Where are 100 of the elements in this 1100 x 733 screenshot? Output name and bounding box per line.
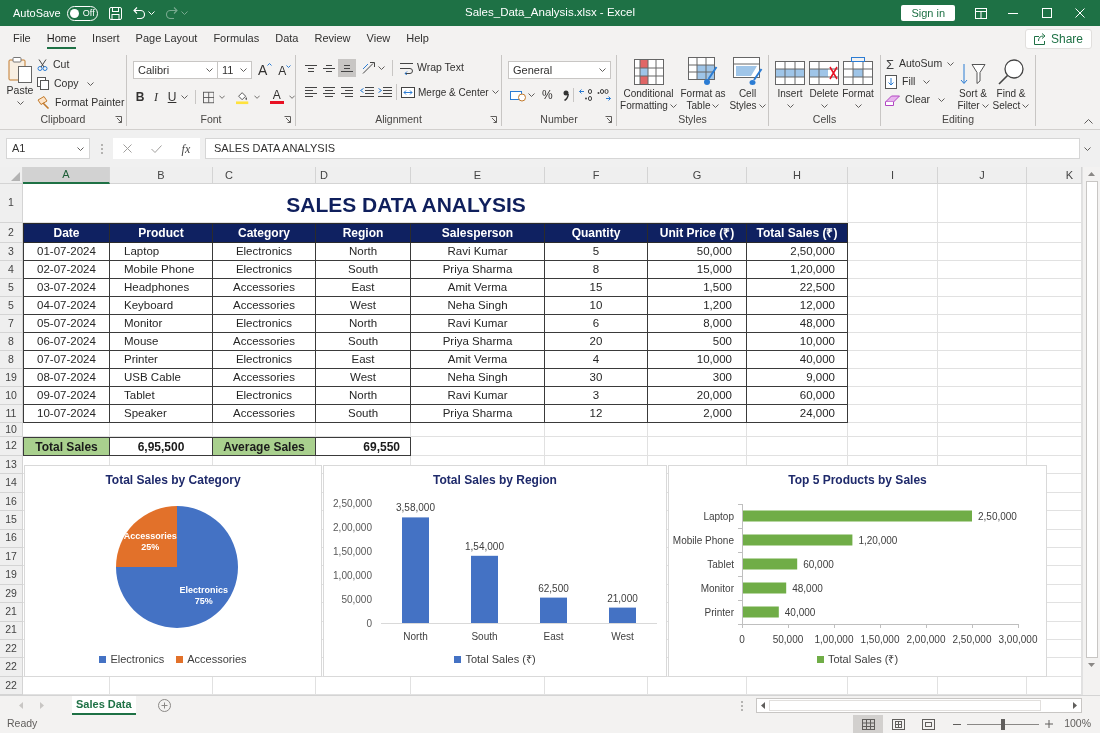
- decrease-indent-icon[interactable]: [360, 87, 374, 97]
- menu-tab[interactable]: Data: [275, 29, 299, 49]
- dialog-launcher-icon[interactable]: [115, 115, 122, 123]
- cut-button[interactable]: Cut: [37, 55, 125, 74]
- ribbon-button[interactable]: Format: [841, 55, 875, 108]
- scrollbar-thumb[interactable]: [1085, 181, 1098, 658]
- row-header[interactable]: 8: [0, 351, 23, 369]
- column-header[interactable]: E: [411, 167, 545, 184]
- percent-button[interactable]: %: [542, 89, 553, 101]
- vertical-align-button[interactable]: [338, 59, 356, 77]
- menu-tab[interactable]: Help: [406, 29, 429, 49]
- row-header[interactable]: 10: [0, 423, 23, 437]
- find-select-button[interactable]: Find & Select: [991, 55, 1031, 112]
- font-color-button[interactable]: A: [269, 90, 284, 104]
- row-header[interactable]: 19: [0, 566, 23, 585]
- bold-button[interactable]: B: [133, 89, 147, 105]
- insert-function-button[interactable]: fx: [181, 142, 191, 155]
- wrap-text-button[interactable]: Wrap Text: [400, 60, 464, 76]
- accounting-icon[interactable]: [510, 88, 526, 102]
- horizontal-scrollbar[interactable]: [756, 698, 1082, 713]
- close-icon[interactable]: [1075, 8, 1085, 18]
- formula-field[interactable]: SALES DATA ANALYSIS: [205, 138, 1080, 159]
- menu-tab[interactable]: Review: [314, 29, 351, 49]
- increase-indent-icon[interactable]: [378, 87, 392, 97]
- row-header[interactable]: 3: [0, 243, 23, 261]
- zoom-in-icon[interactable]: [1045, 720, 1054, 728]
- menu-tab[interactable]: Formulas: [213, 29, 260, 49]
- column-header[interactable]: J: [938, 167, 1027, 184]
- number-format-field[interactable]: General: [508, 61, 611, 79]
- name-box[interactable]: A1: [6, 138, 90, 159]
- ribbon-button[interactable]: Conditional Formatting: [618, 55, 679, 112]
- row-header[interactable]: 7: [0, 315, 23, 333]
- row-header[interactable]: 10: [0, 387, 23, 405]
- paste-button[interactable]: Paste: [6, 55, 34, 112]
- ribbon-button[interactable]: Format as Table: [679, 55, 727, 112]
- format-painter-button[interactable]: Format Painter: [37, 93, 125, 112]
- row-header[interactable]: 19: [0, 369, 23, 387]
- menu-tab[interactable]: File: [13, 29, 31, 49]
- italic-button[interactable]: I: [149, 89, 164, 105]
- ribbon-button[interactable]: Cell Styles: [727, 55, 768, 112]
- column-header[interactable]: F: [545, 167, 648, 184]
- increase-decimal-icon[interactable]: [578, 89, 593, 101]
- save-icon[interactable]: [108, 6, 122, 20]
- view-button[interactable]: [853, 715, 884, 733]
- row-header[interactable]: 13: [0, 456, 23, 475]
- dialog-launcher-icon[interactable]: [284, 115, 291, 123]
- align-right-icon[interactable]: [341, 87, 353, 97]
- collapse-ribbon-icon[interactable]: [1084, 119, 1093, 124]
- column-header[interactable]: C: [213, 167, 316, 184]
- row-header[interactable]: 12: [0, 437, 23, 456]
- vertical-scrollbar[interactable]: [1082, 167, 1100, 695]
- underline-button[interactable]: U: [165, 89, 180, 105]
- menu-tab[interactable]: Page Layout: [135, 29, 198, 49]
- shrink-font-button[interactable]: A: [278, 63, 292, 77]
- menu-tab[interactable]: View: [366, 29, 391, 49]
- row-header[interactable]: 5: [0, 297, 23, 315]
- row-header[interactable]: 22: [0, 658, 23, 677]
- sheet-tab[interactable]: Sales Data: [72, 696, 136, 715]
- add-sheet-icon[interactable]: [157, 699, 171, 712]
- share-button[interactable]: Share: [1024, 29, 1092, 49]
- column-header[interactable]: A: [23, 167, 110, 184]
- copy-button[interactable]: Copy: [37, 74, 125, 93]
- dialog-launcher-icon[interactable]: [490, 115, 497, 123]
- row-header[interactable]: 1: [0, 184, 23, 223]
- slider-thumb[interactable]: [1001, 718, 1006, 730]
- column-header[interactable]: G: [648, 167, 747, 184]
- merge-center-button[interactable]: Merge & Center: [401, 84, 499, 100]
- cancel-icon[interactable]: [122, 144, 132, 153]
- comma-style-icon[interactable]: [562, 89, 569, 101]
- borders-icon[interactable]: [202, 90, 215, 104]
- ribbon-display-icon[interactable]: [975, 7, 987, 19]
- minimize-icon[interactable]: [1008, 12, 1018, 14]
- ribbon-button[interactable]: Delete: [807, 55, 841, 108]
- decrease-decimal-icon[interactable]: [596, 89, 611, 101]
- scroll-down-icon[interactable]: [1088, 663, 1095, 667]
- orientation-icon[interactable]: [362, 62, 375, 74]
- row-header[interactable]: 11: [0, 405, 23, 423]
- sign-in-button[interactable]: Sign in: [901, 5, 955, 21]
- column-header[interactable]: D: [316, 167, 411, 184]
- font-name-field[interactable]: Calibri: [133, 61, 218, 79]
- row-header[interactable]: 21: [0, 603, 23, 622]
- font-size-field[interactable]: 11: [218, 61, 252, 79]
- column-header[interactable]: B: [110, 167, 213, 184]
- column-header[interactable]: H: [747, 167, 848, 184]
- fill-color-icon[interactable]: [236, 89, 249, 105]
- scroll-left-icon[interactable]: [761, 702, 765, 709]
- autosum-button[interactable]: Σ AutoSum: [885, 55, 955, 73]
- menu-tab[interactable]: Insert: [92, 29, 120, 49]
- grow-font-button[interactable]: A: [258, 63, 273, 77]
- row-header[interactable]: 4: [0, 261, 23, 279]
- align-left-icon[interactable]: [305, 87, 317, 97]
- ribbon-button[interactable]: Insert: [773, 55, 807, 108]
- scrollbar-thumb[interactable]: [769, 700, 1041, 711]
- align-center-icon[interactable]: [323, 87, 335, 97]
- scroll-right-icon[interactable]: [1073, 702, 1077, 709]
- maximize-icon[interactable]: [1042, 8, 1052, 18]
- undo-icon[interactable]: [132, 7, 145, 19]
- row-header[interactable]: 5: [0, 279, 23, 297]
- menu-tab[interactable]: Home: [46, 29, 77, 49]
- row-header[interactable]: 14: [0, 474, 23, 493]
